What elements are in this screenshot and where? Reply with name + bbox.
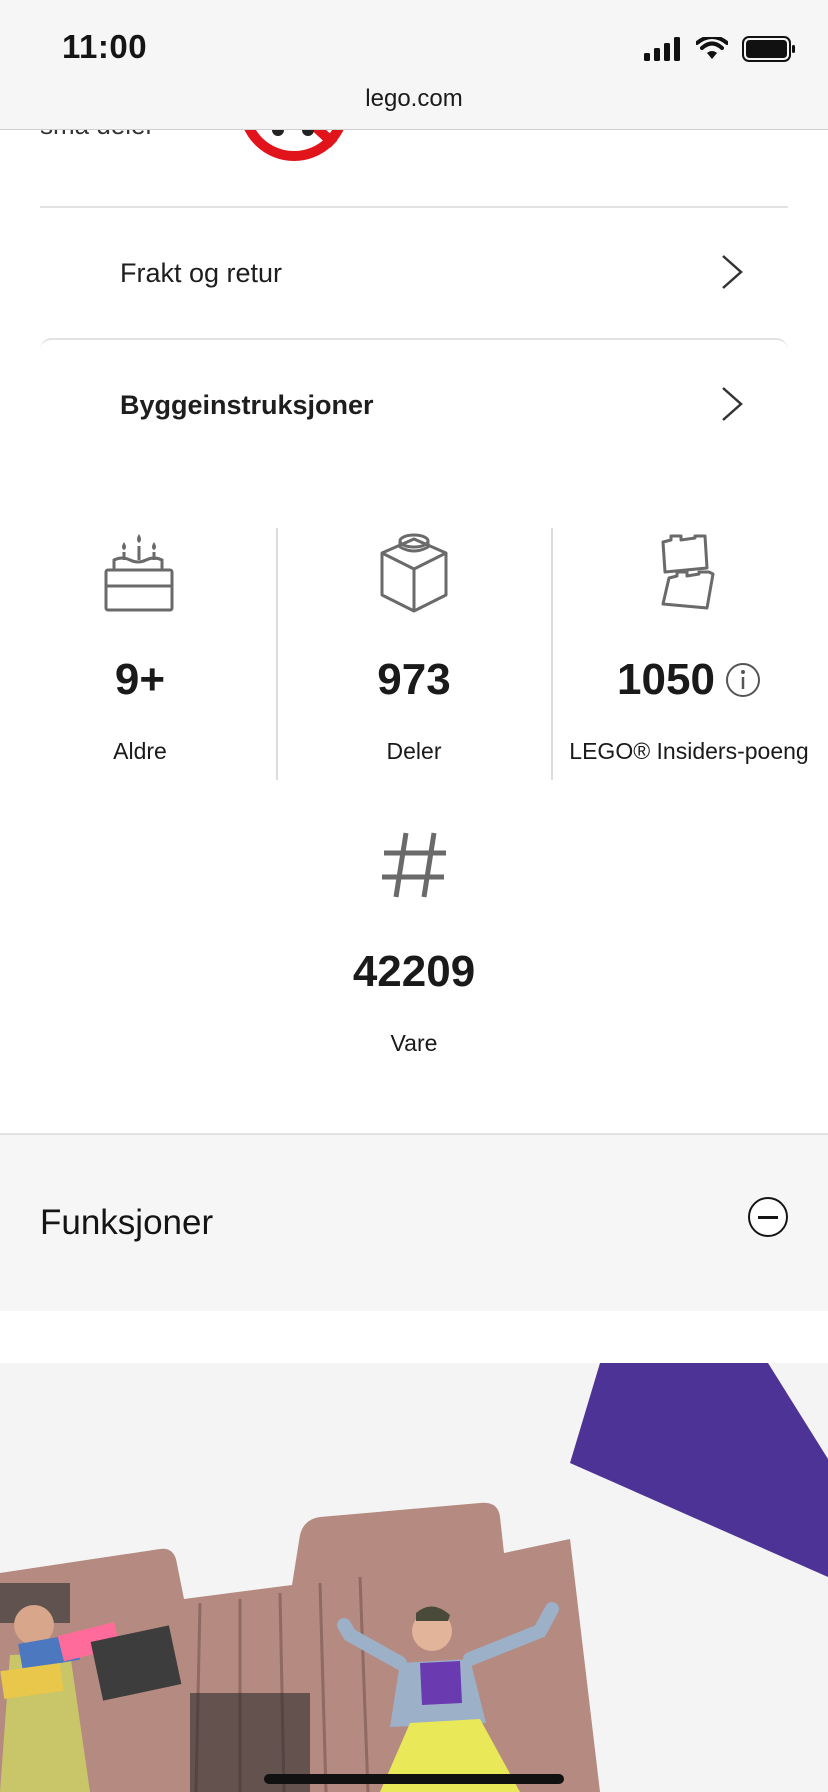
status-bar: 11:00 lego.com	[0, 0, 828, 130]
stat-insiders-points: 1050 LEGO® Insiders-poeng	[552, 528, 826, 765]
shipping-returns-row[interactable]: Frakt og retur	[40, 206, 788, 338]
wifi-icon	[696, 37, 728, 59]
features-accordion[interactable]: Funksjoner	[0, 1133, 828, 1311]
insiders-points-value: 1050	[617, 655, 715, 704]
item-number-value: 42209	[352, 947, 476, 996]
pieces-value: 973	[377, 655, 451, 704]
building-instructions-row[interactable]: Byggeinstruksjoner	[40, 338, 788, 470]
collapse-minus-icon[interactable]	[748, 1197, 788, 1237]
age-value: 9+	[114, 655, 166, 704]
pieces-label: Deler	[386, 738, 442, 764]
chevron-right-icon	[722, 255, 743, 289]
insiders-points-label: LEGO® Insiders-poeng	[569, 738, 809, 764]
browser-url[interactable]: lego.com	[0, 85, 828, 113]
battery-icon	[742, 36, 795, 62]
stat-age: 9+ Aldre	[3, 528, 277, 765]
stat-item-number: 42209 Vare	[277, 820, 551, 1057]
stat-pieces: 973 Deler	[277, 528, 551, 765]
hash-icon	[382, 832, 446, 898]
cake-icon	[104, 534, 174, 612]
insiders-points-value-wrap: 1050	[552, 650, 826, 710]
features-title: Funksjoner	[40, 1203, 214, 1242]
hero-image	[0, 1363, 828, 1792]
age-label: Aldre	[113, 738, 167, 764]
status-time: 11:00	[62, 28, 148, 65]
row-label: Frakt og retur	[120, 257, 283, 288]
brick-icon	[380, 533, 448, 613]
item-number-label: Vare	[390, 1030, 438, 1056]
hero-banner	[0, 1363, 828, 1792]
info-icon[interactable]	[725, 662, 761, 698]
signal-icon	[644, 37, 680, 61]
system-icons	[644, 36, 796, 62]
chevron-right-icon	[722, 387, 743, 421]
bricks-stack-icon	[661, 534, 715, 610]
row-label: Byggeinstruksjoner	[120, 389, 374, 420]
home-indicator[interactable]	[264, 1774, 564, 1784]
